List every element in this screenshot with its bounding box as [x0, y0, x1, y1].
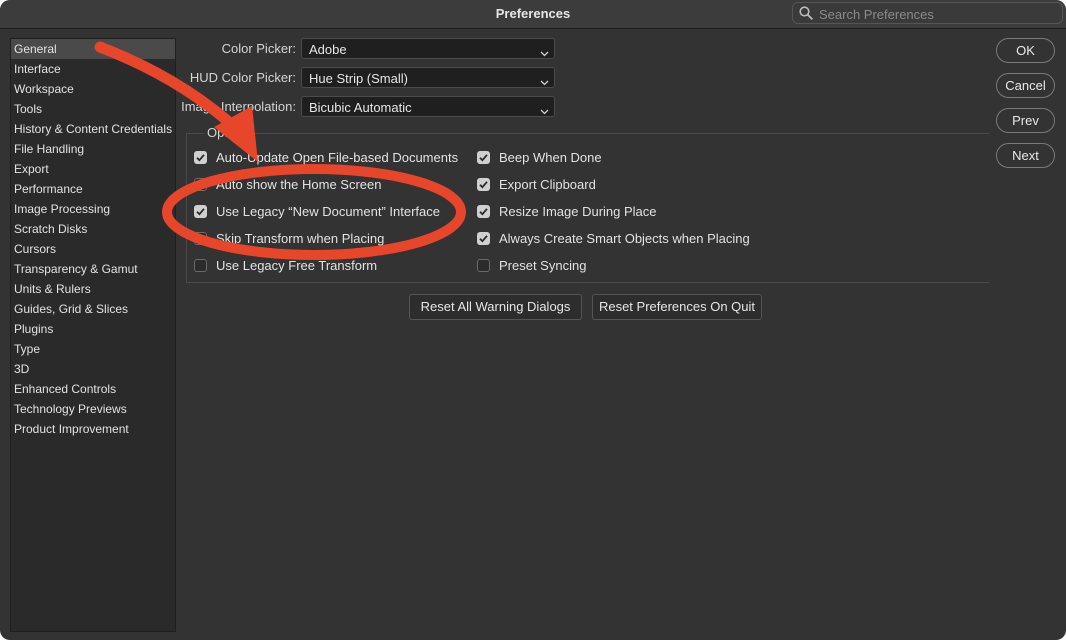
sidebar-item-product-improvement[interactable]: Product Improvement: [11, 419, 175, 439]
option-label: Preset Syncing: [499, 258, 587, 273]
option-label: Skip Transform when Placing: [216, 231, 385, 246]
sidebar-item-units-rulers[interactable]: Units & Rulers: [11, 279, 175, 299]
preferences-window: Preferences General Interface Workspace …: [0, 0, 1066, 640]
sidebar-item-technology-previews[interactable]: Technology Previews: [11, 399, 175, 419]
sidebar-item-interface[interactable]: Interface: [11, 59, 175, 79]
sidebar-item-file-handling[interactable]: File Handling: [11, 139, 175, 159]
checkbox-unchecked[interactable]: [194, 259, 207, 272]
sidebar-item-3d[interactable]: 3D: [11, 359, 175, 379]
color-picker-select[interactable]: Adobe: [301, 38, 555, 59]
option-label: Use Legacy “New Document” Interface: [216, 204, 440, 219]
option-label: Export Clipboard: [499, 177, 596, 192]
sidebar-item-performance[interactable]: Performance: [11, 179, 175, 199]
color-picker-value: Adobe: [309, 42, 347, 57]
sidebar-item-image-processing[interactable]: Image Processing: [11, 199, 175, 219]
checkbox-checked[interactable]: [477, 232, 490, 245]
image-interpolation-label: Image Interpolation:: [181, 99, 296, 114]
hud-color-picker-value: Hue Strip (Small): [309, 71, 408, 86]
cancel-button[interactable]: Cancel: [996, 73, 1055, 98]
checkbox-unchecked[interactable]: [194, 178, 207, 191]
sidebar-item-transparency[interactable]: Transparency & Gamut: [11, 259, 175, 279]
checkbox-checked[interactable]: [194, 205, 207, 218]
hud-color-picker-label: HUD Color Picker:: [189, 70, 296, 85]
sidebar-item-export[interactable]: Export: [11, 159, 175, 179]
reset-preferences-button[interactable]: Reset Preferences On Quit: [592, 294, 762, 320]
chevron-down-icon: [540, 45, 549, 60]
checkbox-checked[interactable]: [477, 151, 490, 164]
sidebar-item-enhanced-controls[interactable]: Enhanced Controls: [11, 379, 175, 399]
search-box[interactable]: [792, 2, 1063, 24]
sidebar-item-plugins[interactable]: Plugins: [11, 319, 175, 339]
checkbox-unchecked[interactable]: [194, 232, 207, 245]
ok-button[interactable]: OK: [996, 38, 1055, 63]
image-interpolation-value: Bicubic Automatic: [309, 100, 412, 115]
option-label: Always Create Smart Objects when Placing: [499, 231, 750, 246]
prev-button[interactable]: Prev: [996, 108, 1055, 133]
sidebar-item-workspace[interactable]: Workspace: [11, 79, 175, 99]
chevron-down-icon: [540, 103, 549, 118]
option-label: Auto show the Home Screen: [216, 177, 382, 192]
chevron-down-icon: [540, 74, 549, 89]
search-input[interactable]: [817, 4, 1061, 24]
sidebar-item-tools[interactable]: Tools: [11, 99, 175, 119]
checkbox-checked[interactable]: [194, 151, 207, 164]
sidebar-item-history[interactable]: History & Content Credentials: [11, 119, 175, 139]
checkbox-unchecked[interactable]: [477, 259, 490, 272]
reset-warning-dialogs-button[interactable]: Reset All Warning Dialogs: [409, 294, 582, 320]
sidebar: General Interface Workspace Tools Histor…: [10, 38, 176, 632]
title-bar: Preferences: [0, 0, 1066, 29]
options-legend: Options: [204, 125, 255, 140]
option-label: Beep When Done: [499, 150, 602, 165]
hud-color-picker-select[interactable]: Hue Strip (Small): [301, 67, 555, 88]
checkbox-checked[interactable]: [477, 205, 490, 218]
image-interpolation-select[interactable]: Bicubic Automatic: [301, 96, 555, 117]
option-label: Resize Image During Place: [499, 204, 657, 219]
next-button[interactable]: Next: [996, 143, 1055, 168]
sidebar-item-type[interactable]: Type: [11, 339, 175, 359]
option-label: Use Legacy Free Transform: [216, 258, 378, 273]
checkbox-checked[interactable]: [477, 178, 490, 191]
sidebar-item-guides[interactable]: Guides, Grid & Slices: [11, 299, 175, 319]
sidebar-item-scratch-disks[interactable]: Scratch Disks: [11, 219, 175, 239]
option-label: Auto-Update Open File-based Documents: [216, 150, 459, 165]
sidebar-item-cursors[interactable]: Cursors: [11, 239, 175, 259]
sidebar-item-general[interactable]: General: [11, 39, 175, 59]
color-picker-label: Color Picker:: [221, 41, 296, 56]
search-icon: [799, 6, 813, 23]
